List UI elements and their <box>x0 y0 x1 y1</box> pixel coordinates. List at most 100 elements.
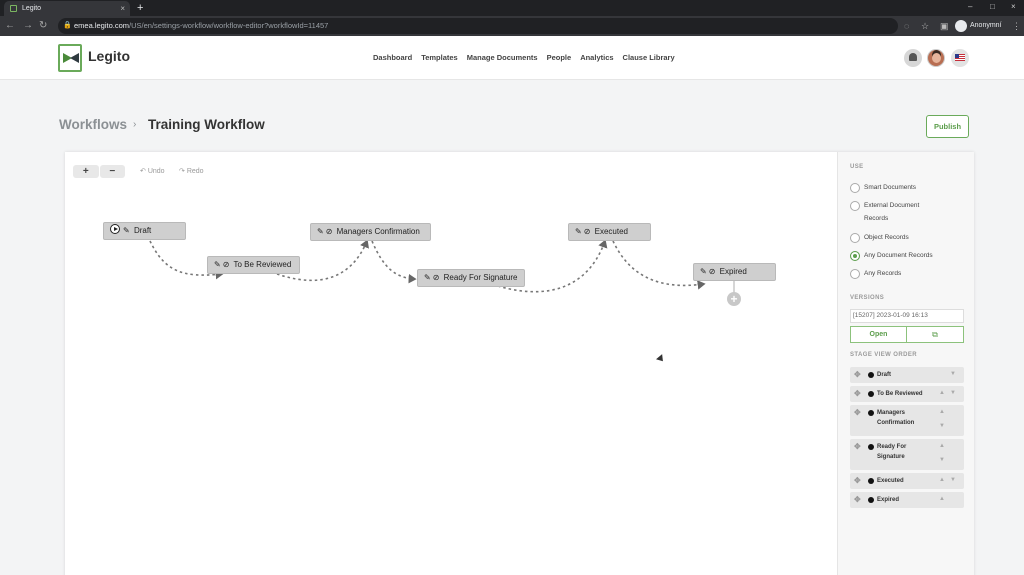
use-section-title: USE <box>850 164 864 170</box>
stage-ready-for-signature[interactable]: ✎ ⊘ Ready For Signature <box>417 269 525 287</box>
zoom-out-button[interactable]: − <box>99 165 125 178</box>
transition-arrows <box>149 239 735 293</box>
redo-button[interactable]: ↷ Redo <box>179 167 204 175</box>
move-down-icon[interactable]: ▼ <box>950 390 956 396</box>
stage-label: Ready For Signature <box>443 273 518 282</box>
bell-icon[interactable] <box>904 49 922 67</box>
nav-people[interactable]: People <box>547 53 572 62</box>
order-item-draft[interactable]: ✥ Draft ▼ <box>850 367 964 383</box>
browser-menu-icon[interactable]: ⋮ <box>1012 20 1021 32</box>
logo-text[interactable]: Legito <box>88 48 130 64</box>
use-any-document-records-radio[interactable]: Any Document Records <box>850 249 933 262</box>
lock-icon: 🔒 <box>63 22 72 29</box>
browser-tab-bar: Legito × + – □ × <box>0 0 1024 16</box>
stage-dot <box>868 391 874 397</box>
drag-handle-icon[interactable]: ✥ <box>854 495 861 504</box>
browser-tab[interactable]: Legito × <box>4 1 130 16</box>
us-flag-icon[interactable] <box>951 49 969 67</box>
use-external-document-records-radio[interactable]: External Document Records <box>850 199 919 225</box>
star-icon[interactable]: ☆ <box>921 20 929 32</box>
stage-draft[interactable]: ✎ Draft <box>103 222 186 240</box>
pen-icon: ✎ <box>575 227 582 236</box>
pen-icon: ✎ <box>700 267 707 276</box>
stage-managers-confirmation[interactable]: ✎ ⊘ Managers Confirmation <box>310 223 431 241</box>
browser-address-bar: ← → ↻ 🔒 emea.legito.com/US/en/settings-w… <box>0 16 1024 36</box>
move-up-icon[interactable]: ▲ <box>939 409 945 415</box>
move-down-icon[interactable]: ▼ <box>950 477 956 483</box>
order-label-line2: Confirmation <box>877 420 915 426</box>
app-header: Legito Dashboard Templates Manage Docume… <box>0 36 1024 80</box>
use-any-records-radio[interactable]: Any Records <box>850 267 901 280</box>
move-down-icon[interactable]: ▼ <box>950 371 956 377</box>
profile-button[interactable]: Anonymní <box>955 19 1002 33</box>
stage-dot <box>868 410 874 416</box>
drag-handle-icon[interactable]: ✥ <box>854 442 861 451</box>
version-select[interactable]: [15207] 2023-01-09 16:13 <box>850 309 964 323</box>
minimize-icon[interactable]: – <box>968 0 972 14</box>
stage-label: Expired <box>719 267 747 276</box>
undo-icon: ↶ <box>140 168 148 175</box>
add-stage-button[interactable]: + <box>727 292 741 306</box>
new-tab-button[interactable]: + <box>137 0 143 16</box>
nav-templates[interactable]: Templates <box>421 53 458 62</box>
pen-off-icon: ⊘ <box>325 227 333 236</box>
stage-label: To Be Reviewed <box>233 260 292 269</box>
order-item-managers-confirmation[interactable]: ✥ Managers Confirmation ▲ ▼ <box>850 405 964 436</box>
move-up-icon[interactable]: ▲ <box>939 443 945 449</box>
order-item-expired[interactable]: ✥ Expired ▲ <box>850 492 964 508</box>
undo-label: Undo <box>147 168 165 175</box>
move-down-icon[interactable]: ▼ <box>939 457 945 463</box>
forward-arrow-icon[interactable]: → <box>23 18 33 34</box>
stage-expired[interactable]: ✎ ⊘ Expired <box>693 263 776 281</box>
nav-manage-documents[interactable]: Manage Documents <box>467 53 538 62</box>
nav-analytics[interactable]: Analytics <box>580 53 613 62</box>
main-nav: Dashboard Templates Manage Documents Peo… <box>373 53 675 62</box>
move-down-icon[interactable]: ▼ <box>939 423 945 429</box>
order-item-to-be-reviewed[interactable]: ✥ To Be Reviewed ▲ ▼ <box>850 386 964 402</box>
use-object-records-radio[interactable]: Object Records <box>850 231 909 244</box>
drag-handle-icon[interactable]: ✥ <box>854 408 861 417</box>
open-external-button[interactable]: ⧉ <box>907 326 964 343</box>
maximize-icon[interactable]: □ <box>990 0 995 14</box>
tab-close-icon[interactable]: × <box>120 1 125 16</box>
eye-off-icon[interactable]: ◌ <box>904 20 909 32</box>
legito-logo-icon[interactable] <box>58 44 82 72</box>
transition-executed-to-expired <box>612 240 706 290</box>
drag-handle-icon[interactable]: ✥ <box>854 476 861 485</box>
back-arrow-icon[interactable]: ← <box>5 18 15 34</box>
workflow-canvas[interactable]: + − ↶ Undo ↷ Redo ✎ Draft ✎ ⊘ To Be Revie… <box>65 152 837 575</box>
window-close-icon[interactable]: × <box>1011 0 1016 14</box>
use-smart-documents-radio[interactable]: Smart Documents <box>850 181 916 194</box>
redo-label: Redo <box>186 168 204 175</box>
stage-executed[interactable]: ✎ ⊘ Executed <box>568 223 651 241</box>
order-item-executed[interactable]: ✥ Executed ▲ ▼ <box>850 473 964 489</box>
open-version-button[interactable]: Open <box>850 326 907 343</box>
breadcrumb-separator: › <box>133 119 137 130</box>
zoom-in-button[interactable]: + <box>73 165 99 178</box>
breadcrumb-workflows[interactable]: Workflows <box>59 117 127 132</box>
drag-handle-icon[interactable]: ✥ <box>854 370 861 379</box>
reload-icon[interactable]: ↻ <box>39 18 47 34</box>
order-label: To Be Reviewed <box>877 391 923 397</box>
profile-name: Anonymní <box>970 22 1002 29</box>
undo-button[interactable]: ↶ Undo <box>140 167 165 175</box>
nav-dashboard[interactable]: Dashboard <box>373 53 412 62</box>
order-label: Expired <box>877 497 900 503</box>
move-up-icon[interactable]: ▲ <box>939 390 945 396</box>
stage-to-be-reviewed[interactable]: ✎ ⊘ To Be Reviewed <box>207 256 300 274</box>
order-item-ready-for-signature[interactable]: ✥ Ready For Signature ▲ ▼ <box>850 439 964 470</box>
move-up-icon[interactable]: ▲ <box>939 496 945 502</box>
publish-button[interactable]: Publish <box>926 115 969 138</box>
move-up-icon[interactable]: ▲ <box>939 477 945 483</box>
drag-handle-icon[interactable]: ✥ <box>854 389 861 398</box>
url-field[interactable]: 🔒 emea.legito.com/US/en/settings-workflo… <box>58 18 898 34</box>
external-link-icon: ⧉ <box>932 330 938 339</box>
nav-clause-library[interactable]: Clause Library <box>623 53 675 62</box>
stage-label: Managers Confirmation <box>336 227 420 236</box>
radio-label: Any Records <box>864 270 902 277</box>
avatar[interactable] <box>927 49 945 67</box>
radio-label: Records <box>864 215 889 222</box>
side-panel-icon[interactable]: ▣ <box>940 20 949 32</box>
stage-label: Executed <box>594 227 628 236</box>
pen-icon: ✎ <box>317 227 324 236</box>
